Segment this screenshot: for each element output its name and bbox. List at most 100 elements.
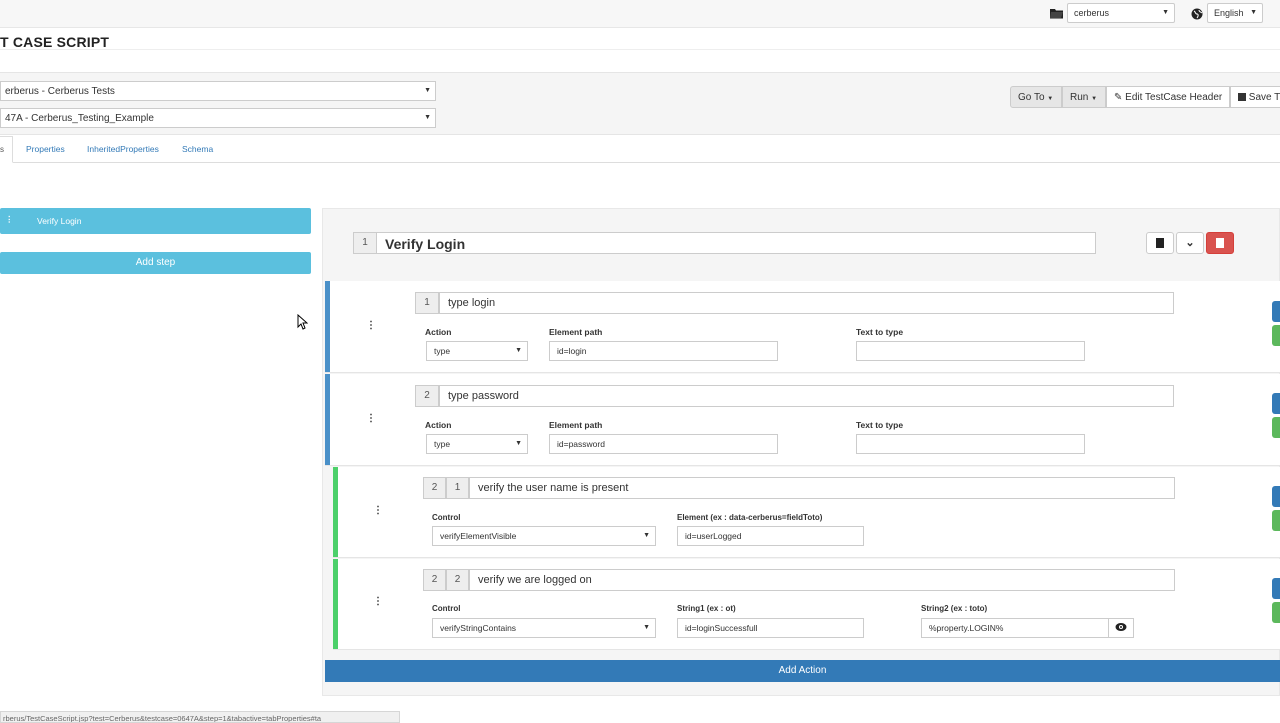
chevron-down-icon: ▼ <box>424 87 431 94</box>
action-select-value: type <box>434 439 451 449</box>
action-side-tab[interactable] <box>1272 301 1280 322</box>
element-path-label: Element path <box>549 327 603 337</box>
run-label: Run <box>1070 92 1089 103</box>
language-select[interactable]: English ▼ <box>1207 3 1263 23</box>
string1-label: String1 (ex : ot) <box>677 604 736 613</box>
tab-steps[interactable]: s <box>0 136 13 163</box>
control-color-bar <box>333 559 338 649</box>
string2-label: String2 (ex : toto) <box>921 604 988 613</box>
element-input[interactable]: id=userLogged <box>677 526 864 546</box>
control-action-number: 2 <box>423 477 446 499</box>
action-color-bar <box>325 374 330 465</box>
tab-schema[interactable]: Schema <box>182 144 213 154</box>
step-number: 1 <box>353 232 377 254</box>
action-color-bar <box>325 281 330 372</box>
step-list-item-label: Verify Login <box>37 216 82 226</box>
pencil-icon: ✎ <box>1114 92 1123 103</box>
edit-testcase-header-button[interactable]: ✎ Edit TestCase Header <box>1106 86 1230 108</box>
string1-input[interactable]: id=loginSuccessfull <box>677 618 864 638</box>
control-number: 1 <box>446 477 469 499</box>
collapse-step-button[interactable]: ⌄ <box>1176 232 1204 254</box>
action-label: Action <box>425 420 452 430</box>
string2-input[interactable]: %property.LOGIN% <box>921 618 1109 638</box>
view-property-button[interactable] <box>1108 618 1134 638</box>
chevron-down-icon: ▼ <box>1162 9 1169 16</box>
action-menu-icon[interactable]: ⋮ <box>366 413 376 424</box>
text-to-type-label: Text to type <box>856 420 904 430</box>
clipboard-icon <box>1156 238 1164 248</box>
control-label: Control <box>432 513 461 522</box>
action-label: Action <box>425 327 452 337</box>
testcase-select[interactable]: 47A - Cerberus_Testing_Example ▼ <box>0 108 436 128</box>
action-description-input[interactable]: type password <box>439 385 1174 407</box>
delete-step-button[interactable] <box>1206 232 1234 254</box>
control-menu-icon[interactable]: ⋮ <box>373 596 383 607</box>
element-path-label: Element path <box>549 420 603 430</box>
control-description-input[interactable]: verify we are logged on <box>469 569 1175 591</box>
caret-down-icon: ▼ <box>1091 96 1098 102</box>
chevron-down-icon: ▼ <box>1250 9 1257 16</box>
chevron-down-icon: ▼ <box>643 532 650 539</box>
save-label: Save T <box>1248 92 1280 103</box>
page-title: T CASE SCRIPT <box>0 34 110 50</box>
control-side-tab[interactable] <box>1272 602 1280 623</box>
top-navbar: cerberus ▼ English ▼ <box>0 0 1280 28</box>
control-number: 2 <box>446 569 469 591</box>
save-button[interactable]: Save T <box>1230 86 1280 108</box>
edit-header-label: Edit TestCase Header <box>1125 92 1223 103</box>
control-action-number: 2 <box>423 569 446 591</box>
step-list-item[interactable]: ⋮ Verify Login <box>0 208 311 234</box>
action-side-tab[interactable] <box>1272 325 1280 346</box>
language-select-value: English <box>1214 8 1244 18</box>
copy-step-button[interactable] <box>1146 232 1174 254</box>
control-select-value: verifyElementVisible <box>440 531 517 541</box>
run-button[interactable]: Run ▼ <box>1062 86 1106 108</box>
caret-down-icon: ▼ <box>1047 96 1054 102</box>
action-select-value: type <box>434 346 451 356</box>
chevron-down-icon: ▼ <box>424 114 431 121</box>
test-select[interactable]: erberus - Cerberus Tests ▼ <box>0 81 436 101</box>
action-side-tab[interactable] <box>1272 417 1280 438</box>
mouse-cursor-icon <box>297 314 308 330</box>
action-menu-icon[interactable]: ⋮ <box>366 320 376 331</box>
globe-icon <box>1191 7 1203 25</box>
action-number: 2 <box>415 385 439 407</box>
folder-icon <box>1050 6 1064 19</box>
tab-inherited-properties[interactable]: InheritedProperties <box>87 144 159 154</box>
control-menu-icon[interactable]: ⋮ <box>373 505 383 516</box>
testcase-select-value: 47A - Cerberus_Testing_Example <box>5 113 154 124</box>
chevron-down-icon: ▼ <box>515 440 522 447</box>
control-color-bar <box>333 467 338 557</box>
control-select[interactable]: verifyElementVisible ▼ <box>432 526 656 546</box>
test-select-value: erberus - Cerberus Tests <box>5 86 115 97</box>
element-label: Element (ex : data-cerberus=fieldToto) <box>677 513 823 522</box>
eye-icon <box>1115 623 1127 631</box>
add-action-button[interactable]: Add Action <box>325 660 1280 682</box>
text-to-type-input[interactable] <box>856 341 1085 361</box>
control-label: Control <box>432 604 461 613</box>
floppy-icon <box>1238 93 1246 101</box>
status-url-bar: rberus/TestCaseScript.jsp?test=Cerberus&… <box>0 711 400 723</box>
add-step-button[interactable]: Add step <box>0 252 311 274</box>
action-select[interactable]: type ▼ <box>426 341 528 361</box>
goto-label: Go To <box>1018 92 1045 103</box>
system-select-value: cerberus <box>1074 8 1110 18</box>
tab-properties[interactable]: Properties <box>26 144 65 154</box>
text-to-type-label: Text to type <box>856 327 904 337</box>
control-select-value: verifyStringContains <box>440 623 517 633</box>
drag-handle-icon[interactable]: ⋮ <box>5 214 14 225</box>
element-path-input[interactable]: id=password <box>549 434 778 454</box>
control-select[interactable]: verifyStringContains ▼ <box>432 618 656 638</box>
action-side-tab[interactable] <box>1272 393 1280 414</box>
action-select[interactable]: type ▼ <box>426 434 528 454</box>
control-side-tab[interactable] <box>1272 578 1280 599</box>
goto-button[interactable]: Go To ▼ <box>1010 86 1062 108</box>
text-to-type-input[interactable] <box>856 434 1085 454</box>
system-select[interactable]: cerberus ▼ <box>1067 3 1175 23</box>
control-side-tab[interactable] <box>1272 510 1280 531</box>
control-description-input[interactable]: verify the user name is present <box>469 477 1175 499</box>
element-path-input[interactable]: id=login <box>549 341 778 361</box>
step-title-input[interactable]: Verify Login <box>376 232 1096 254</box>
control-side-tab[interactable] <box>1272 486 1280 507</box>
action-description-input[interactable]: type login <box>439 292 1174 314</box>
